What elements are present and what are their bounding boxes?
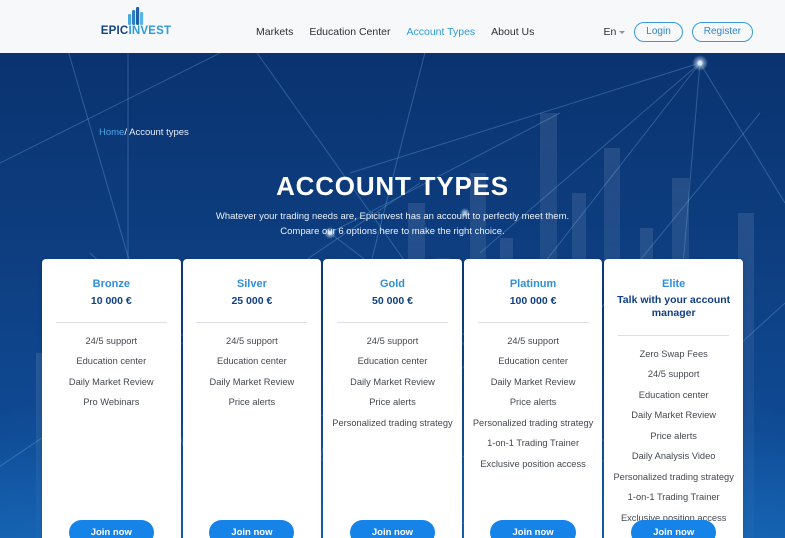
join-now-button[interactable]: Join now: [631, 520, 717, 538]
card-cta-wrap: Join now: [42, 520, 181, 538]
site-logo[interactable]: EPICINVEST: [100, 7, 172, 38]
card-feature: Price alerts: [509, 397, 557, 408]
card-feature: Zero Swap Fees: [639, 348, 708, 359]
join-now-button[interactable]: Join now: [209, 520, 295, 538]
card-header: Elite Talk with your account manager: [604, 259, 743, 321]
card-feature: Price alerts: [228, 397, 276, 408]
card-title: Silver: [236, 278, 267, 290]
card-feature: 24/5 support: [366, 335, 419, 346]
breadcrumb-separator: /: [124, 127, 127, 138]
card-title: Gold: [379, 278, 406, 290]
card-divider: [196, 322, 308, 324]
page-title: ACCOUNT TYPES: [276, 171, 509, 201]
card-feature: 24/5 support: [647, 369, 700, 380]
top-navigation-bar: EPICINVEST Markets Education Center Acco…: [0, 0, 785, 53]
card-feature: Education center: [498, 356, 568, 367]
card-cta-wrap: Join now: [323, 520, 462, 538]
card-feature-list: 24/5 support Education center Daily Mark…: [183, 331, 322, 413]
card-feature: 24/5 support: [85, 335, 138, 346]
card-feature: Daily Market Review: [209, 376, 295, 387]
chevron-down-icon: [619, 31, 626, 34]
card-feature: Personalized trading strategy: [613, 471, 734, 482]
language-label: En: [603, 26, 617, 38]
card-feature: Daily Analysis Video: [631, 451, 716, 462]
card-cta-wrap: Join now: [604, 520, 743, 538]
card-feature-list: 24/5 support Education center Daily Mark…: [42, 331, 181, 413]
card-price: 10 000 €: [90, 294, 132, 307]
card-feature: 1-on-1 Trading Trainer: [627, 492, 720, 503]
account-card-silver[interactable]: Silver 25 000 € 24/5 support Education c…: [182, 259, 322, 538]
card-feature-list: Zero Swap Fees 24/5 support Education ce…: [604, 344, 743, 528]
logo-text-epic: EPIC: [100, 25, 129, 37]
login-button[interactable]: Login: [634, 22, 683, 42]
account-type-cards: Bronze 10 000 € 24/5 support Education c…: [42, 259, 743, 538]
card-title: Platinum: [509, 278, 557, 290]
logo-text: EPICINVEST: [100, 25, 172, 38]
card-header: Silver 25 000 €: [183, 259, 322, 308]
card-feature: Personalized trading strategy: [472, 417, 594, 428]
nav-right-group: En Login Register: [603, 22, 753, 42]
card-header: Gold 50 000 €: [323, 259, 462, 308]
card-feature: Education center: [76, 356, 147, 367]
card-feature: Price alerts: [369, 397, 416, 408]
card-price: Talk with your account manager: [617, 293, 731, 320]
card-divider: [337, 322, 448, 324]
nav-item-about-us[interactable]: About Us: [491, 26, 534, 38]
card-feature: Education center: [638, 389, 709, 400]
card-title: Bronze: [92, 278, 130, 290]
nav-item-markets[interactable]: Markets: [256, 26, 293, 38]
card-feature: Daily Market Review: [350, 376, 435, 387]
card-divider: [55, 322, 167, 324]
card-feature: Personalized trading strategy: [332, 417, 453, 428]
join-now-button[interactable]: Join now: [490, 520, 576, 538]
card-header: Platinum 100 000 €: [464, 259, 603, 308]
account-card-platinum[interactable]: Platinum 100 000 € 24/5 support Educatio…: [463, 259, 603, 538]
hero-section: Home/ Account types ACCOUNT TYPES Whatev…: [0, 53, 785, 538]
card-feature: Exclusive position access: [480, 458, 586, 469]
card-header: Bronze 10 000 €: [42, 259, 181, 308]
page-subtitle-line2: Compare our 6 options here to make the r…: [280, 225, 505, 237]
card-feature: Education center: [217, 356, 287, 367]
account-card-gold[interactable]: Gold 50 000 € 24/5 support Education cen…: [323, 259, 462, 538]
card-feature-list: 24/5 support Education center Daily Mark…: [323, 331, 462, 433]
card-feature: Daily Market Review: [490, 376, 576, 387]
nav-item-education-center[interactable]: Education Center: [309, 26, 390, 38]
card-feature: Education center: [357, 356, 428, 367]
card-price: 25 000 €: [231, 294, 273, 307]
register-button[interactable]: Register: [691, 22, 753, 42]
card-feature: Price alerts: [650, 430, 697, 441]
breadcrumb-home-link[interactable]: Home: [99, 127, 124, 138]
card-feature: Daily Market Review: [631, 410, 717, 421]
card-feature: 24/5 support: [226, 335, 278, 346]
card-feature: Pro Webinars: [83, 397, 140, 408]
account-card-bronze[interactable]: Bronze 10 000 € 24/5 support Education c…: [42, 259, 181, 538]
card-title: Elite: [662, 278, 686, 290]
card-feature: Daily Market Review: [68, 376, 154, 387]
join-now-button[interactable]: Join now: [349, 520, 436, 538]
card-divider: [477, 322, 589, 324]
page-subtitle: Whatever your trading needs are, Epicinv…: [0, 210, 785, 239]
logo-text-invest: INVEST: [128, 25, 172, 37]
breadcrumb-current: Account types: [129, 127, 189, 138]
account-types-page: EPICINVEST Markets Education Center Acco…: [0, 0, 785, 538]
card-feature: 24/5 support: [507, 335, 559, 346]
card-divider: [618, 335, 730, 337]
breadcrumb: Home/ Account types: [99, 127, 189, 138]
main-nav-links: Markets Education Center Account Types A…: [256, 26, 534, 38]
card-price: 50 000 €: [372, 294, 413, 307]
card-cta-wrap: Join now: [183, 520, 322, 538]
card-cta-wrap: Join now: [464, 520, 603, 538]
join-now-button[interactable]: Join now: [68, 520, 154, 538]
card-feature-list: 24/5 support Education center Daily Mark…: [464, 331, 603, 474]
page-subtitle-line1: Whatever your trading needs are, Epicinv…: [215, 211, 570, 222]
nav-item-account-types[interactable]: Account Types: [406, 26, 475, 38]
account-card-elite[interactable]: Elite Talk with your account manager Zer…: [604, 259, 743, 538]
language-selector[interactable]: En: [603, 26, 626, 38]
chart-building-icon: [128, 7, 144, 25]
card-feature: 1-on-1 Trading Trainer: [487, 438, 580, 449]
card-price: 100 000 €: [509, 294, 557, 307]
